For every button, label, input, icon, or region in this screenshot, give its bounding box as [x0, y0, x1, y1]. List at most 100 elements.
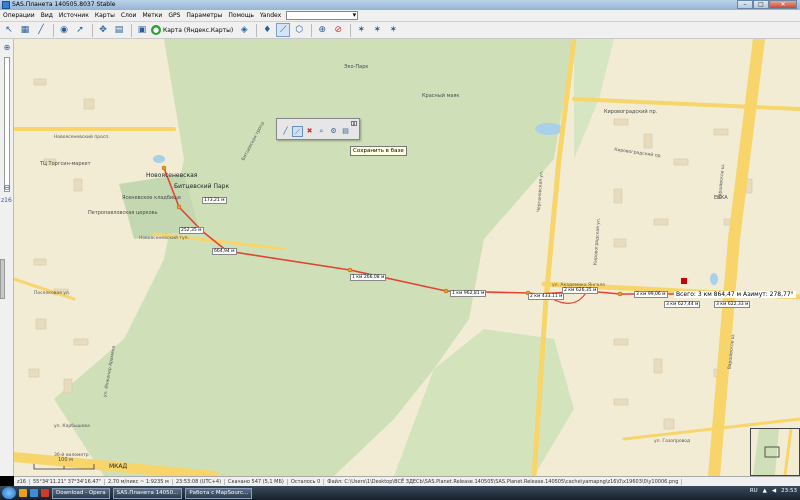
- distance-label: 252,35 м: [179, 227, 204, 234]
- label-ekka: ЕККА: [714, 195, 728, 201]
- toolbar-separator: [350, 23, 352, 37]
- pond-2: [153, 155, 165, 163]
- toolbar-separator: [53, 23, 54, 37]
- status-coordinates: 55°34'11.21" 37°34'16.47": [30, 478, 106, 485]
- map-type-selector[interactable]: Карта (Яндекс.Карты): [163, 27, 233, 34]
- zoom-out-icon[interactable]: ⊖: [2, 183, 12, 193]
- route-tool-icon[interactable]: ➚: [73, 23, 87, 37]
- menu-yandex[interactable]: Yandex: [257, 12, 284, 19]
- panel-grip[interactable]: [0, 259, 5, 299]
- map-view[interactable]: Эко-Парк Красный маяк Кировоградский пр.…: [14, 39, 800, 476]
- zoom-in-icon[interactable]: ⊕: [2, 43, 12, 53]
- menu-operations[interactable]: Операции: [0, 12, 38, 19]
- status-bar: z16 55°34'11.21" 37°34'16.47" 2,70 м/пик…: [14, 476, 800, 486]
- status-file: Файл: C:\Users\1\Desktop\ВСЁ ЗДЕСЬ\SAS.P…: [324, 478, 683, 485]
- label-novoyasenevsky-tup: Новоясеневский туп.: [139, 236, 189, 241]
- zoom-slider[interactable]: [4, 57, 10, 192]
- menu-view[interactable]: Вид: [38, 12, 56, 19]
- move-icon[interactable]: ▦: [18, 23, 32, 37]
- map-type-icon: ●: [151, 25, 161, 35]
- save-icon[interactable]: ▤: [340, 126, 351, 137]
- media-icon[interactable]: [41, 489, 49, 497]
- gps-icon[interactable]: ⊕: [315, 23, 329, 37]
- distance-label: 2 км 433,11 м: [528, 293, 565, 300]
- ie-icon[interactable]: [30, 489, 38, 497]
- menu-maps[interactable]: Карты: [92, 12, 118, 19]
- line-tool-icon[interactable]: ╱: [280, 126, 291, 137]
- language-indicator[interactable]: RU: [750, 488, 758, 494]
- label-krasny-mayak: Красный маяк: [422, 93, 460, 99]
- menu-placemarks[interactable]: Метки: [139, 12, 165, 19]
- placemark-icon[interactable]: ♦: [260, 23, 274, 37]
- network-icon[interactable]: ▲: [763, 488, 767, 494]
- label-yasenevskoe: Ясеневское кладбище: [122, 195, 181, 201]
- status-time: 23:53:08 (UTC+4): [173, 478, 226, 485]
- menu-help[interactable]: Помощь: [225, 12, 257, 19]
- menu-gps[interactable]: GPS: [165, 12, 183, 19]
- close-button[interactable]: ✕: [769, 0, 797, 9]
- mini-map[interactable]: [750, 428, 800, 476]
- label-poselkovaya: Поселковая ул.: [34, 291, 71, 296]
- measure-path-icon[interactable]: ⟋: [276, 23, 291, 37]
- distance-label: 1 км 266,08 м: [350, 274, 387, 281]
- label-petropavlovsk: Петропавловская церковь: [88, 210, 158, 216]
- measure-floating-toolbar: x ╱ ⟋ ✖ ⌕ ⚙ ▤: [276, 118, 360, 140]
- label-gazoprovod: ул. Газопровод: [654, 439, 691, 444]
- distance-label: 173,21 м: [202, 197, 227, 204]
- label-mkad: МКАД: [109, 463, 128, 470]
- status-downloaded: Скачано 547 (5,1 МБ): [225, 478, 288, 485]
- toolbar: ↖ ▦ ╱ ◉ ➚ ✥ ▤ ▣ ● Карта (Яндекс.Карты) ◈…: [0, 22, 800, 39]
- title-bar: SAS.Планета 140505.8037 Stable – □ ✕: [0, 0, 800, 10]
- clock[interactable]: 23:53: [781, 488, 797, 494]
- pond-3: [710, 273, 718, 285]
- scale-bar-label: 100 м: [58, 457, 73, 463]
- overlay-icon[interactable]: ◈: [237, 23, 251, 37]
- toolbar-separator: [311, 23, 313, 37]
- map-source-icon[interactable]: ▣: [135, 23, 149, 37]
- road-kirovogradsky: [572, 97, 800, 111]
- mini-map-canvas: [751, 428, 799, 476]
- task-sasplanet[interactable]: SAS.Планета 14050...: [112, 487, 183, 499]
- ruler-icon[interactable]: ╱: [34, 23, 48, 37]
- start-button[interactable]: [2, 487, 16, 499]
- satellite-2-icon[interactable]: ✶: [370, 23, 384, 37]
- menu-bar: Операции Вид Источник Карты Слои Метки G…: [0, 10, 800, 22]
- folder-icon[interactable]: [19, 489, 27, 497]
- task-mapsource[interactable]: Работа с MapSourc...: [185, 487, 253, 499]
- path-tool-icon[interactable]: ⟋: [292, 126, 303, 137]
- distance-label: 2 км 626,35 м: [562, 287, 599, 294]
- save-tooltip: Сохранить в базе: [350, 146, 407, 156]
- label-karbyshev: ул. Карбышева: [54, 424, 90, 429]
- taskbar: Download - Opera SAS.Планета 14050... Ра…: [0, 486, 800, 500]
- window-controls: – □ ✕: [737, 0, 797, 9]
- task-opera[interactable]: Download - Opera: [52, 487, 110, 499]
- status-remaining: Осталось 0: [288, 478, 325, 485]
- zoom-icon[interactable]: ⌕: [316, 126, 327, 137]
- fullscreen-icon[interactable]: ✥: [96, 23, 110, 37]
- minimize-button[interactable]: –: [737, 0, 753, 9]
- satellite-3-icon[interactable]: ✶: [386, 23, 400, 37]
- layers-icon[interactable]: ▤: [112, 23, 126, 37]
- menu-layers[interactable]: Слои: [118, 12, 140, 19]
- globe-icon[interactable]: ◉: [57, 23, 71, 37]
- pond-1: [535, 123, 563, 135]
- app-icon: [2, 1, 10, 9]
- maximize-button[interactable]: □: [753, 0, 769, 9]
- menu-source[interactable]: Источник: [56, 12, 92, 19]
- toolbar-separator: [256, 23, 258, 37]
- distance-label: 3 км 622,33 м: [714, 301, 751, 308]
- distance-label: 3 км 99,06 м: [634, 291, 668, 298]
- delete-point-icon[interactable]: ✖: [304, 126, 315, 137]
- polygon-icon[interactable]: ⬡: [292, 23, 306, 37]
- volume-icon[interactable]: ◀: [772, 488, 776, 494]
- options-icon[interactable]: ⚙: [328, 126, 339, 137]
- stop-icon[interactable]: ⊘: [331, 23, 345, 37]
- menu-settings[interactable]: Параметры: [183, 12, 225, 19]
- status-zoom: z16: [14, 478, 30, 485]
- map-canvas: [14, 39, 800, 476]
- cursor-icon[interactable]: ↖: [2, 23, 16, 37]
- window-title: SAS.Планета 140505.8037 Stable: [12, 1, 116, 8]
- search-combo[interactable]: [286, 11, 359, 20]
- satellite-icon[interactable]: ✶: [354, 23, 368, 37]
- route-total: Всего: 3 км 864,47 м Азимут: 278,77°: [674, 291, 796, 298]
